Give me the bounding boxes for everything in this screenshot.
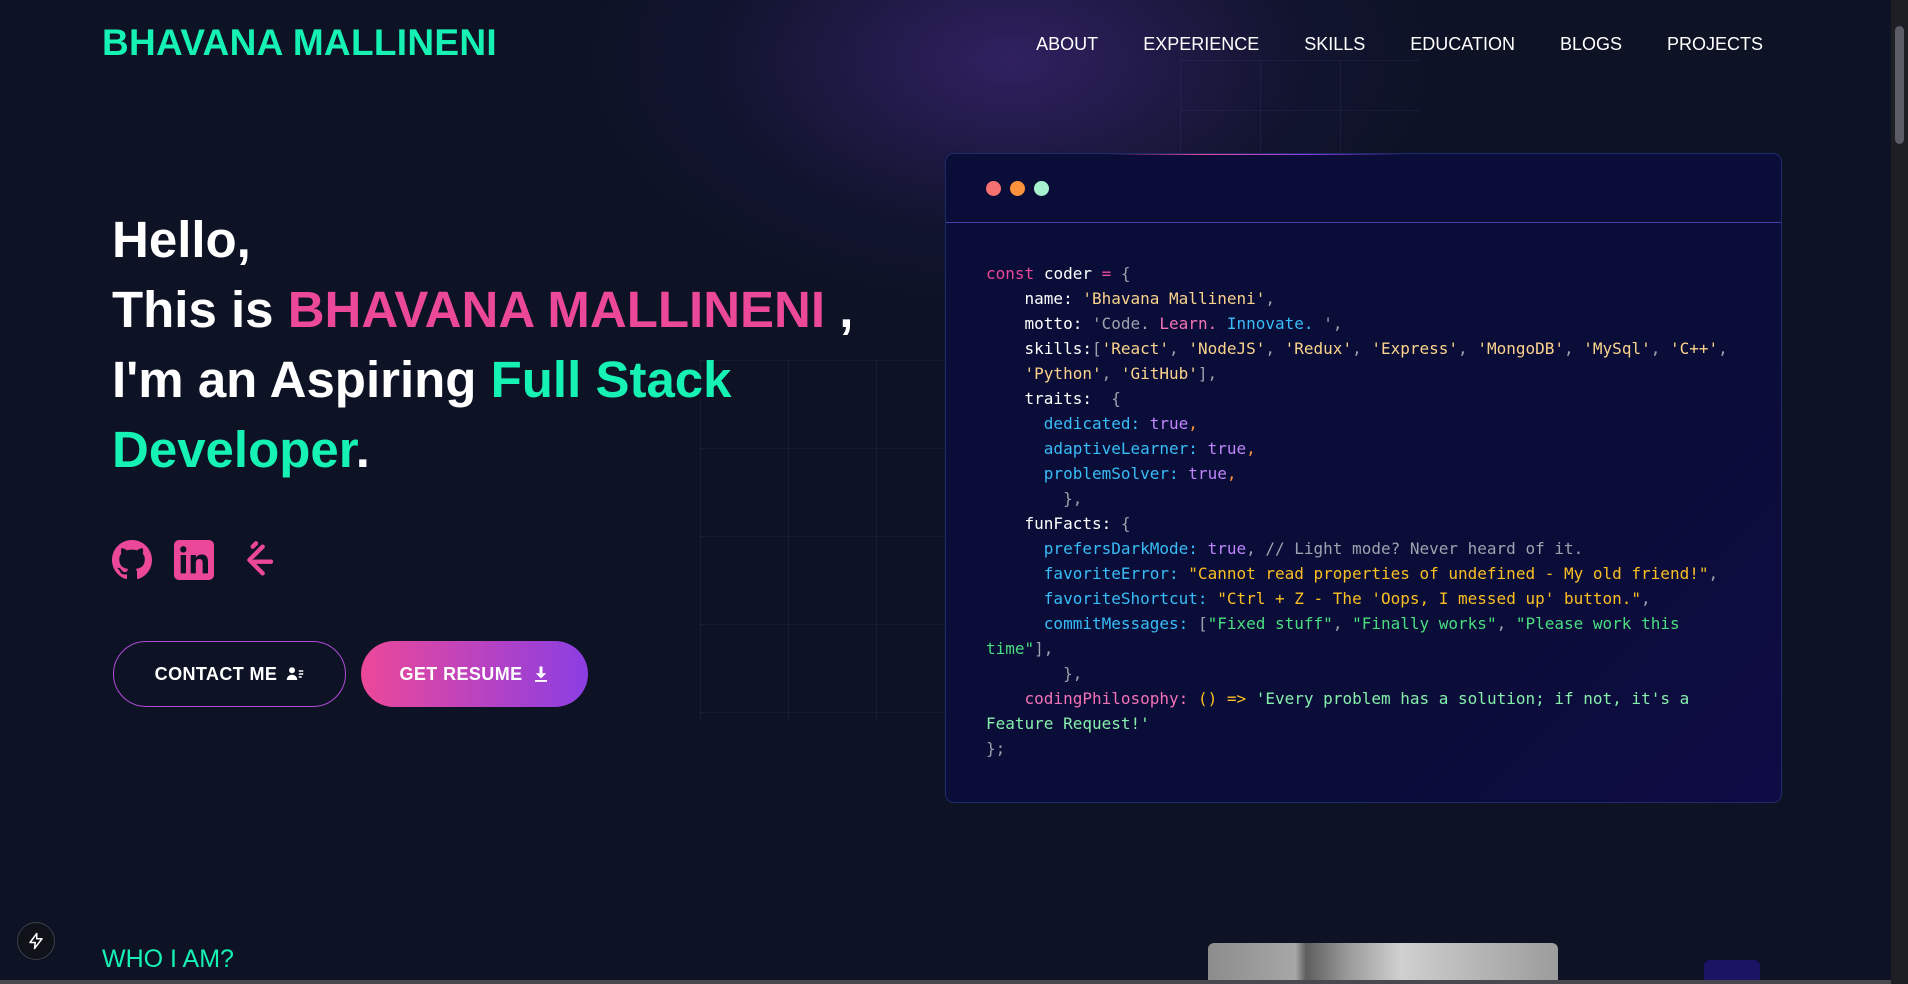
nav-about[interactable]: ABOUT	[1036, 34, 1098, 55]
code-line: const coder = {	[986, 264, 1131, 283]
code-line: Feature Request!'	[986, 714, 1150, 733]
minimize-dot	[1010, 181, 1025, 196]
profile-photo	[1208, 943, 1558, 984]
code-line: },	[1063, 664, 1083, 683]
main-nav: ABOUT EXPERIENCE SKILLS EDUCATION BLOGS …	[1036, 34, 1763, 55]
hero-role-suffix: .	[355, 421, 370, 478]
code-line: problemSolver: true,	[1043, 464, 1237, 483]
code-line: };	[986, 739, 1006, 758]
code-line: adaptiveLearner: true,	[1043, 439, 1256, 458]
code-window-titlebar	[946, 154, 1781, 223]
contact-me-button[interactable]: CONTACT ME	[113, 641, 346, 707]
code-line: 'Python', 'GitHub'],	[1024, 364, 1218, 383]
code-line: prefersDarkMode: true, // Light mode? Ne…	[1043, 539, 1584, 558]
hero-intro-line: This is BHAVANA MALLINENI ,	[112, 275, 912, 345]
code-line: favoriteShortcut: "Ctrl + Z - The 'Oops,…	[1043, 589, 1651, 608]
hero-heading: Hello, This is BHAVANA MALLINENI , I'm a…	[112, 205, 912, 485]
code-line: dedicated: true,	[1043, 414, 1198, 433]
code-window: const coder = { name: 'Bhavana Mallineni…	[945, 153, 1782, 803]
linkedin-link[interactable]	[174, 540, 214, 580]
linkedin-icon	[174, 540, 214, 580]
leetcode-link[interactable]	[236, 540, 276, 580]
code-line: commitMessages: ["Fixed stuff", "Finally…	[1043, 614, 1680, 633]
page-scrollbar[interactable]	[1891, 0, 1908, 984]
hero-greeting: Hello,	[112, 211, 251, 268]
get-resume-label: GET RESUME	[399, 663, 523, 684]
brand-logo[interactable]: BHAVANA MALLINENI	[102, 22, 497, 64]
github-link[interactable]	[112, 540, 152, 580]
social-links	[112, 540, 276, 580]
hero-role-prefix: I'm an Aspiring	[112, 351, 491, 408]
code-snippet: const coder = { name: 'Bhavana Mallineni…	[946, 223, 1781, 761]
hero-role-line: I'm an Aspiring Full Stack Developer.	[112, 345, 912, 485]
code-line: codingPhilosophy: () => 'Every problem h…	[1024, 689, 1690, 708]
nav-blogs[interactable]: BLOGS	[1560, 34, 1622, 55]
download-icon	[534, 666, 547, 682]
github-icon	[112, 540, 152, 580]
hero-intro-suffix: ,	[825, 281, 854, 338]
nav-projects[interactable]: PROJECTS	[1667, 34, 1763, 55]
nav-experience[interactable]: EXPERIENCE	[1143, 34, 1259, 55]
nav-skills[interactable]: SKILLS	[1304, 34, 1365, 55]
window-bottom-edge	[0, 980, 1891, 984]
close-dot	[986, 181, 1001, 196]
lightning-icon	[29, 932, 43, 950]
code-line: favoriteError: "Cannot read properties o…	[1043, 564, 1719, 583]
leetcode-icon	[247, 541, 274, 576]
code-line: },	[1063, 489, 1083, 508]
hero-intro-prefix: This is	[112, 281, 288, 338]
nav-education[interactable]: EDUCATION	[1410, 34, 1515, 55]
titlebar-accent	[1106, 154, 1406, 155]
contact-card-icon	[287, 667, 304, 680]
hero-name: BHAVANA MALLINENI	[287, 281, 826, 338]
scrollbar-thumb[interactable]	[1895, 26, 1904, 144]
maximize-dot	[1034, 181, 1049, 196]
contact-me-label: CONTACT ME	[154, 663, 278, 684]
code-line: funFacts: {	[1024, 514, 1131, 533]
get-resume-button[interactable]: GET RESUME	[361, 641, 588, 707]
who-i-am-title: WHO I AM?	[102, 945, 234, 973]
code-line: name: 'Bhavana Mallineni',	[1024, 289, 1276, 308]
background-grid-top	[1180, 60, 1420, 160]
code-line: motto: 'Code. Learn. Innovate. ',	[1024, 314, 1343, 333]
code-line: time"],	[986, 639, 1054, 658]
dev-tools-button[interactable]	[17, 922, 55, 960]
window-controls	[986, 181, 1049, 196]
code-line: traits: {	[1024, 389, 1121, 408]
code-line: skills:['React', 'NodeJS', 'Redux', 'Exp…	[1024, 339, 1728, 358]
